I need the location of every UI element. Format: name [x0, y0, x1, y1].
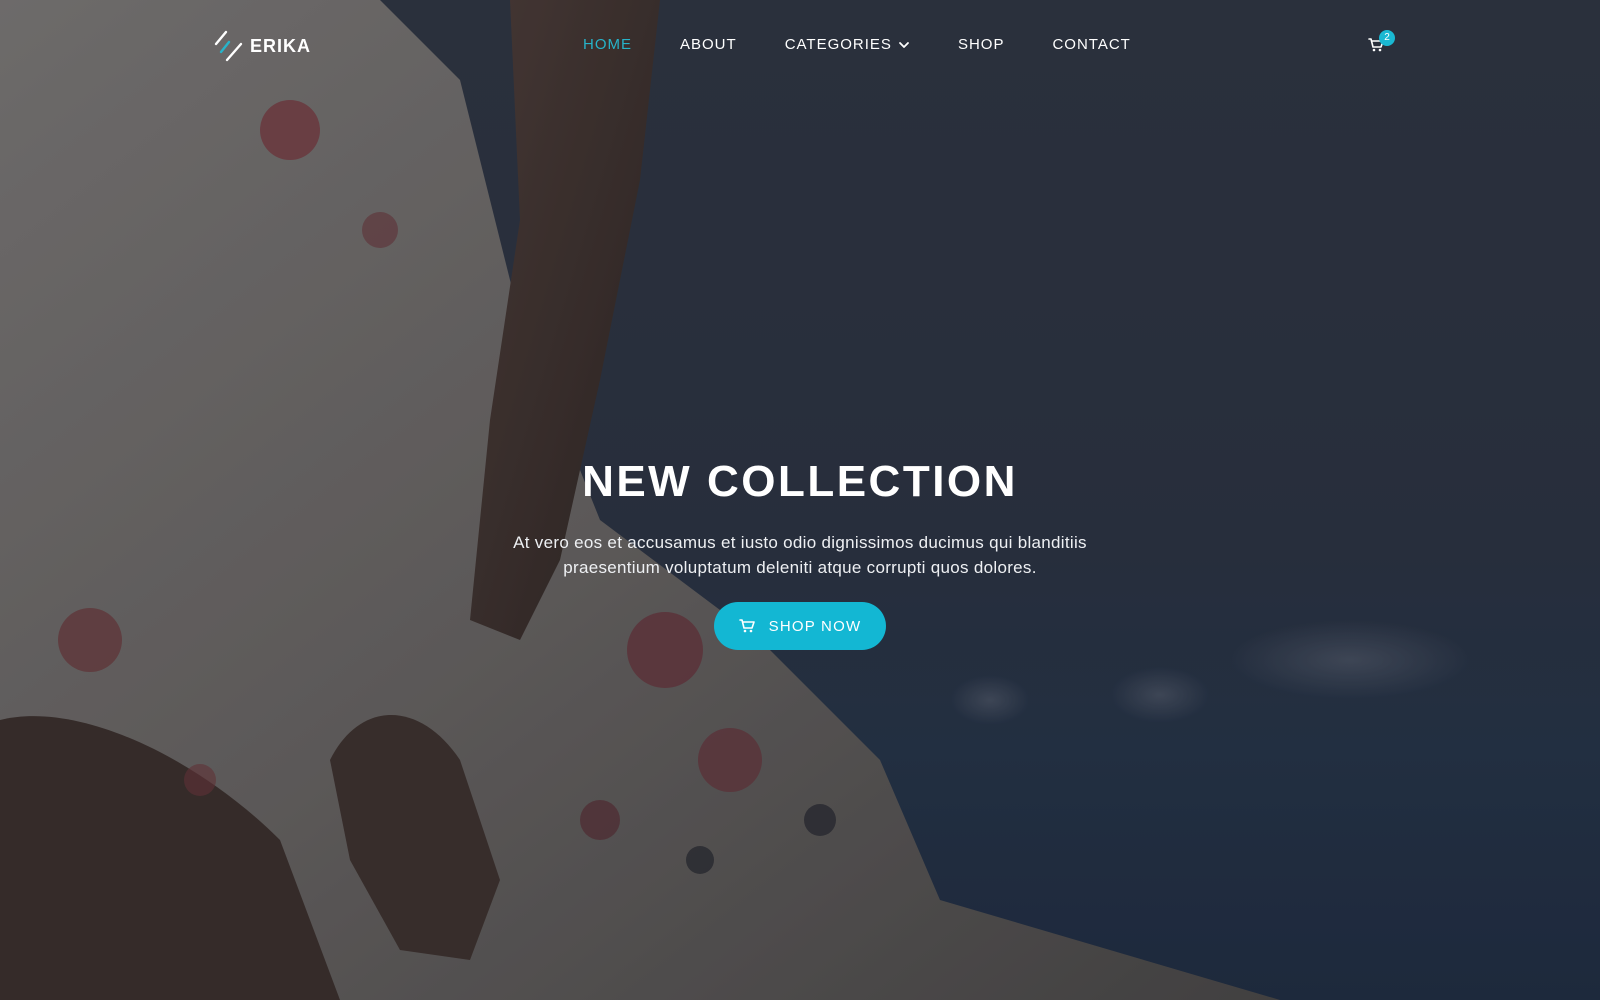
cart-icon [738, 619, 755, 633]
navbar: ERIKA HOME ABOUT CATEGORIES SHOP CONTACT [0, 0, 1600, 92]
nav-item-label: CONTACT [1052, 36, 1131, 53]
cart-count-badge: 2 [1379, 30, 1395, 46]
nav-item-home[interactable]: HOME [583, 36, 632, 53]
nav-item-label: ABOUT [680, 36, 737, 53]
brand-logo[interactable]: ERIKA [212, 30, 311, 62]
hero-title: NEW COLLECTION [582, 457, 1018, 506]
hero-subtitle: At vero eos et accusamus et iusto odio d… [513, 533, 1087, 577]
hero-content: NEW COLLECTION At vero eos et accusamus … [400, 456, 1200, 650]
nav-item-categories[interactable]: CATEGORIES [785, 36, 910, 53]
erika-logo-icon [214, 30, 243, 62]
nav-item-contact[interactable]: CONTACT [1052, 36, 1130, 53]
nav-item-label: SHOP [957, 36, 1005, 53]
cart-button[interactable]: 2 [1368, 30, 1395, 58]
shop-now-button[interactable]: SHOP NOW [714, 602, 886, 650]
nav-item-label: HOME [583, 36, 632, 53]
shop-now-label: SHOP NOW [768, 617, 862, 635]
nav-item-about[interactable]: ABOUT [680, 36, 737, 53]
hero-section: ERIKA HOME ABOUT CATEGORIES SHOP CONTACT [0, 0, 1600, 1000]
nav-item-label: CATEGORIES [784, 36, 892, 53]
main-nav: HOME ABOUT CATEGORIES SHOP CONTACT [583, 36, 1131, 53]
brand-name: ERIKA [250, 35, 312, 56]
chevron-down-icon [899, 41, 909, 48]
nav-item-shop[interactable]: SHOP [958, 36, 1005, 53]
